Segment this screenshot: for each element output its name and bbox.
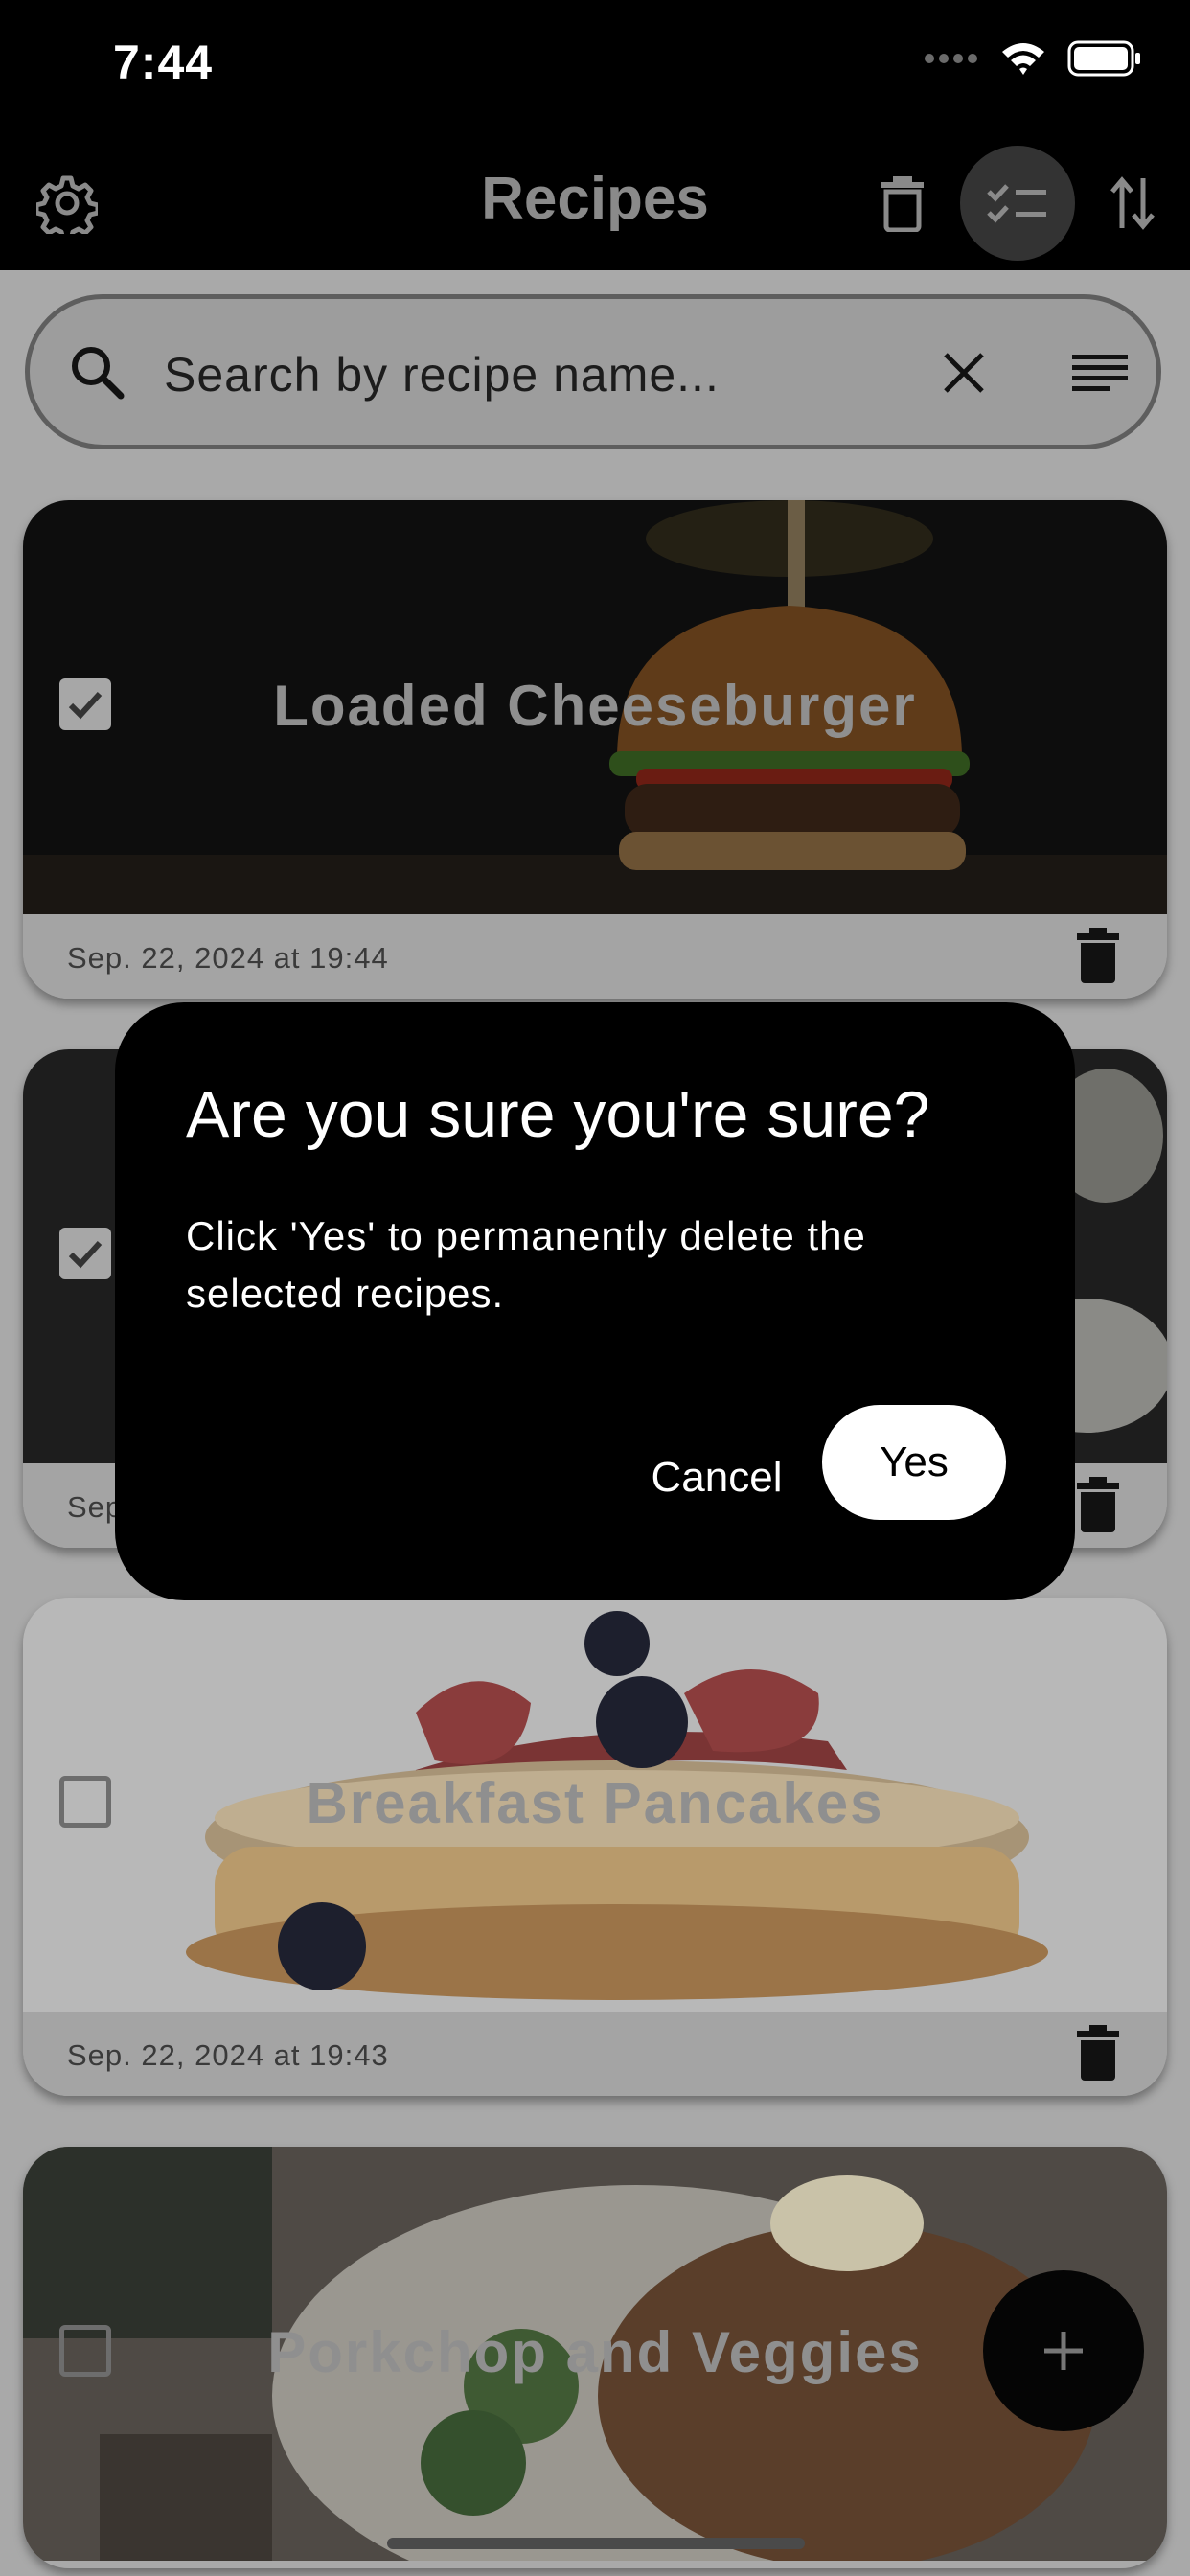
trash-icon[interactable] (1077, 2025, 1119, 2081)
recipe-card-footer: Sep. 22, 2024 at 19:44 (23, 914, 1167, 999)
trash-icon (881, 176, 924, 232)
close-icon[interactable] (942, 351, 986, 395)
status-bar: 7:44 (0, 0, 1190, 134)
filter-list-icon[interactable] (1072, 355, 1128, 391)
sort-arrows-icon (1110, 176, 1155, 230)
recipe-card[interactable]: Loaded Cheeseburger Sep. 22, 2024 at 19:… (23, 500, 1167, 999)
recipe-title: Breakfast Pancakes (306, 1771, 884, 1835)
recipe-card[interactable]: Breakfast Pancakes Sep. 22, 2024 at 19:4… (23, 1598, 1167, 2096)
delete-selected-button[interactable] (862, 163, 943, 243)
signal-icon (925, 54, 977, 63)
status-time: 7:44 (113, 35, 214, 89)
recipe-checkbox[interactable] (59, 1228, 111, 1279)
check-icon (68, 1240, 103, 1269)
recipe-date: Sep. 22, 2024 at 19:43 (67, 2038, 389, 2072)
sort-button[interactable] (1092, 163, 1173, 243)
trash-icon[interactable] (1077, 1477, 1119, 1532)
confirm-delete-dialog: Are you sure you're sure? Click 'Yes' to… (115, 1002, 1075, 1600)
search-bar: Search by recipe name... (25, 294, 1161, 449)
select-mode-button[interactable] (960, 146, 1075, 261)
home-indicator (387, 2538, 805, 2549)
app-bar: Recipes (0, 134, 1190, 270)
search-input[interactable]: Search by recipe name... (164, 347, 720, 402)
battery-icon (1067, 40, 1140, 77)
search-icon (72, 347, 125, 400)
recipe-title: Loaded Cheeseburger (273, 674, 917, 738)
status-icons (924, 40, 1142, 77)
add-recipe-button[interactable] (983, 2270, 1144, 2431)
trash-icon[interactable] (1077, 928, 1119, 983)
dialog-title: Are you sure you're sure? (186, 1078, 930, 1151)
wifi-icon (1002, 43, 1044, 75)
dialog-body: Click 'Yes' to permanently delete the se… (186, 1213, 866, 1316)
cancel-button[interactable]: Cancel (621, 1430, 812, 1526)
confirm-yes-button[interactable]: Yes (822, 1405, 1006, 1520)
plus-icon (1044, 2332, 1083, 2370)
recipe-card-footer: Sep. 22, 2024 at 19:43 (23, 2012, 1167, 2096)
recipe-date: Sep. 22, 2024 at 19:44 (67, 941, 389, 975)
checklist-icon (987, 184, 1046, 223)
